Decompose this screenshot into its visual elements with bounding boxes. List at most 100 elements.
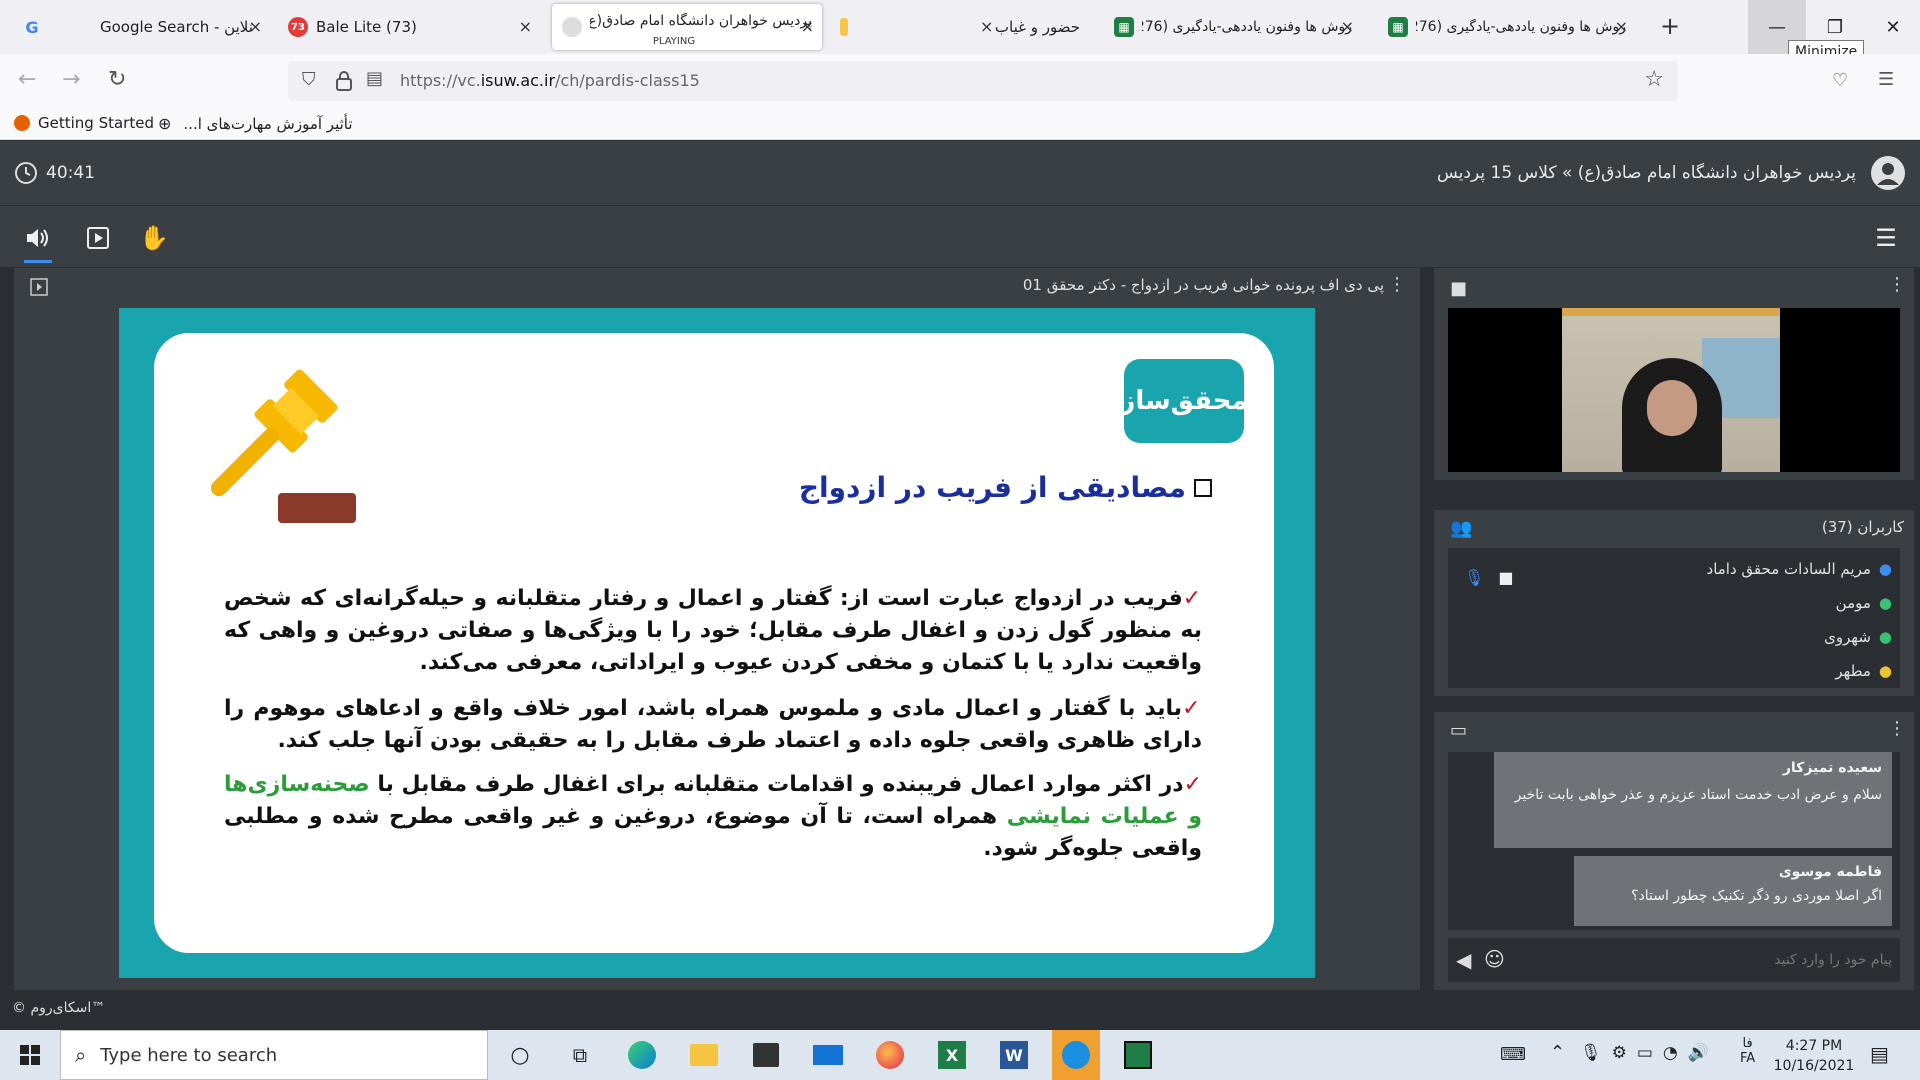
- task-view-icon[interactable]: ⧉: [556, 1030, 604, 1080]
- checkmark-icon: ✓: [1183, 772, 1203, 797]
- person-icon: ●: [1878, 594, 1892, 612]
- app-toolbar: ✋ ☰: [0, 205, 1920, 267]
- mail-icon[interactable]: [804, 1030, 852, 1080]
- room-title: پردیس خواهران دانشگاه امام صادق(ع) » کلا…: [1437, 163, 1856, 183]
- users-panel: 👥 کاربران (37) 🎙 ■ ● مریم السادات محقق دا…: [1434, 510, 1914, 696]
- skyroom-taskbar-icon[interactable]: [1052, 1030, 1100, 1080]
- checkmark-icon: ✓: [1182, 586, 1202, 611]
- user-avatar-icon[interactable]: [1870, 155, 1906, 191]
- kebab-menu-icon[interactable]: ⋮: [1388, 274, 1406, 295]
- store-icon[interactable]: [742, 1030, 790, 1080]
- app-header: 40:41 پردیس خواهران دانشگاه امام صادق(ع)…: [0, 141, 1920, 205]
- excel-icon[interactable]: X: [928, 1030, 976, 1080]
- video-panel: ■ ⋮: [1434, 268, 1914, 480]
- play-media-icon[interactable]: [84, 224, 112, 252]
- chat-compose: ◀ ☺: [1448, 938, 1900, 982]
- taskbar-search-box[interactable]: ⌕ Type here to search: [60, 1030, 488, 1080]
- close-icon[interactable]: ×: [801, 17, 814, 36]
- slide-heading: مصادیقی از فریب در ازدواج: [799, 471, 1212, 504]
- tab-teaching-methods-2[interactable]: ▦ روش ها وفنون یاددهی-یادگیری (13276) ×: [1378, 4, 1636, 50]
- spreadsheet-taskbar-icon[interactable]: [1114, 1030, 1162, 1080]
- speaker-icon: [562, 17, 582, 37]
- windows-taskbar: ⌕ Type here to search ○ ⧉ X W ⌨ ⌃ 🎙⚙▭◔🔊 …: [0, 1030, 1920, 1080]
- forward-button[interactable]: →: [62, 67, 80, 92]
- url-text: https://vc.isuw.ac.ir/ch/pardis-class15: [400, 71, 700, 90]
- camera-icon[interactable]: ■: [1450, 278, 1467, 299]
- reload-button[interactable]: ↻: [108, 67, 126, 92]
- shield-icon[interactable]: ⛉: [302, 69, 316, 90]
- slide-paragraph-1: ✓فریب در ازدواج عبارت است از: گفتار و اع…: [224, 586, 1202, 675]
- system-tray-icons[interactable]: 🎙⚙▭◔🔊: [1580, 1043, 1719, 1063]
- cortana-icon[interactable]: ○: [496, 1030, 544, 1080]
- bookmarks-bar: Getting Started ⊕ تأثیر آموزش مهارت‌های …: [0, 108, 1920, 140]
- emoji-icon[interactable]: ☺: [1484, 947, 1505, 971]
- kebab-menu-icon[interactable]: ⋮: [1888, 718, 1906, 739]
- new-tab-button[interactable]: +: [1660, 12, 1680, 40]
- close-icon[interactable]: ×: [519, 17, 532, 36]
- video-feed[interactable]: [1448, 308, 1900, 472]
- firefox-icon: [14, 115, 30, 131]
- send-icon[interactable]: ◀: [1456, 948, 1471, 972]
- chat-input[interactable]: [1518, 944, 1892, 976]
- spreadsheet-icon: ▦: [1114, 17, 1134, 37]
- slide-paragraph-3: ✓در اکثر موارد اعمال فریبنده و اقدامات م…: [224, 772, 1203, 861]
- tab-bale-lite[interactable]: 73 Bale Lite (73) ×: [278, 4, 540, 50]
- speaker-active-indicator: [24, 260, 52, 263]
- menu-icon[interactable]: ☰: [1878, 69, 1894, 90]
- institute-logo: محقق‌ساز: [1120, 359, 1248, 443]
- participant-video: [1562, 308, 1780, 472]
- tab-attention-icon: [840, 18, 848, 36]
- raise-hand-icon[interactable]: ✋: [139, 224, 169, 252]
- keyboard-icon[interactable]: ⌨: [1500, 1044, 1526, 1065]
- close-icon[interactable]: ×: [249, 17, 262, 36]
- kebab-menu-icon[interactable]: ⋮: [1888, 274, 1906, 295]
- close-icon[interactable]: ×: [1615, 17, 1628, 36]
- presentation-slide: محقق‌ساز مصادیقی از فریب در ازدواج ✓فریب…: [119, 308, 1315, 978]
- tab-teaching-methods-1[interactable]: ▦ روش ها وفنون یاددهی-یادگیری (13276) ×: [1104, 4, 1362, 50]
- speaker-icon[interactable]: [24, 224, 52, 252]
- list-item[interactable]: ● مطهر: [1835, 662, 1892, 680]
- chat-message: فاطمه موسوی اگر اصلا موردی رو ذگر تکنیک …: [1574, 856, 1892, 926]
- address-bar[interactable]: ⛉ ▤ https://vc.isuw.ac.ir/ch/pardis-clas…: [288, 61, 1678, 101]
- list-item[interactable]: ● مریم السادات محقق داماد: [1707, 560, 1892, 578]
- tray-chevron-icon[interactable]: ⌃: [1550, 1042, 1565, 1063]
- close-window-button[interactable]: ✕: [1864, 0, 1920, 54]
- bookmark-article[interactable]: ⊕ تأثیر آموزش مهارت‌های ا...: [158, 114, 353, 133]
- bookmark-star-icon[interactable]: ☆: [1644, 67, 1664, 92]
- close-icon[interactable]: ×: [980, 17, 993, 36]
- lock-icon[interactable]: [336, 71, 352, 91]
- back-button[interactable]: ←: [18, 67, 36, 92]
- bookmark-getting-started[interactable]: Getting Started: [14, 114, 154, 132]
- tab-google-search[interactable]: G Google Search - بله آنلاین ×: [12, 4, 262, 50]
- presentation-title: پی دی اف پرونده خوانی فریب در ازدواج - د…: [1022, 276, 1384, 294]
- chat-message: سعیده تمیزکار سلام و عرض ادب خدمت استاد …: [1494, 752, 1892, 848]
- page-info-icon[interactable]: ▤: [366, 68, 383, 89]
- app-footer: © اسکای‌روم™: [12, 1000, 106, 1016]
- window-frame: [1562, 308, 1780, 316]
- tab-pardis-active[interactable]: پردیس خواهران دانشگاه امام صادق(ع) PLAYI…: [552, 4, 822, 50]
- taskbar-clock[interactable]: 4:27 PM 10/16/2021: [1770, 1036, 1858, 1076]
- presentation-toggle-icon[interactable]: [30, 278, 48, 296]
- hamburger-menu-icon[interactable]: ☰: [1872, 224, 1900, 252]
- checkbox-bullet-icon: [1194, 478, 1212, 497]
- file-explorer-icon[interactable]: [680, 1030, 728, 1080]
- person-icon: ●: [1878, 560, 1892, 578]
- list-item[interactable]: ● مومن: [1836, 594, 1892, 612]
- firefox-taskbar-icon[interactable]: [866, 1030, 914, 1080]
- list-item[interactable]: ● شهروی: [1824, 628, 1892, 646]
- user-media-status: 🎙 ■: [1464, 568, 1513, 587]
- pocket-icon[interactable]: ♡: [1832, 70, 1848, 91]
- bale-icon: 73: [288, 17, 308, 37]
- windows-start-icon[interactable]: [6, 1030, 54, 1080]
- word-icon[interactable]: W: [990, 1030, 1038, 1080]
- users-icon: 👥: [1450, 518, 1473, 539]
- input-language[interactable]: فا FA: [1740, 1036, 1755, 1066]
- browser-navbar: ← → ↻ ⛉ ▤ https://vc.isuw.ac.ir/ch/pardi…: [0, 54, 1920, 108]
- tab-attendance[interactable]: حضور و غیاب ×: [980, 4, 1090, 50]
- edge-icon[interactable]: [618, 1030, 666, 1080]
- chat-messages: سعیده تمیزکار سلام و عرض ادب خدمت استاد …: [1448, 752, 1900, 930]
- notifications-icon[interactable]: ▤: [1870, 1042, 1889, 1066]
- close-icon[interactable]: ×: [1341, 17, 1354, 36]
- clock-icon: [15, 162, 37, 184]
- users-header: کاربران (37): [1821, 518, 1904, 536]
